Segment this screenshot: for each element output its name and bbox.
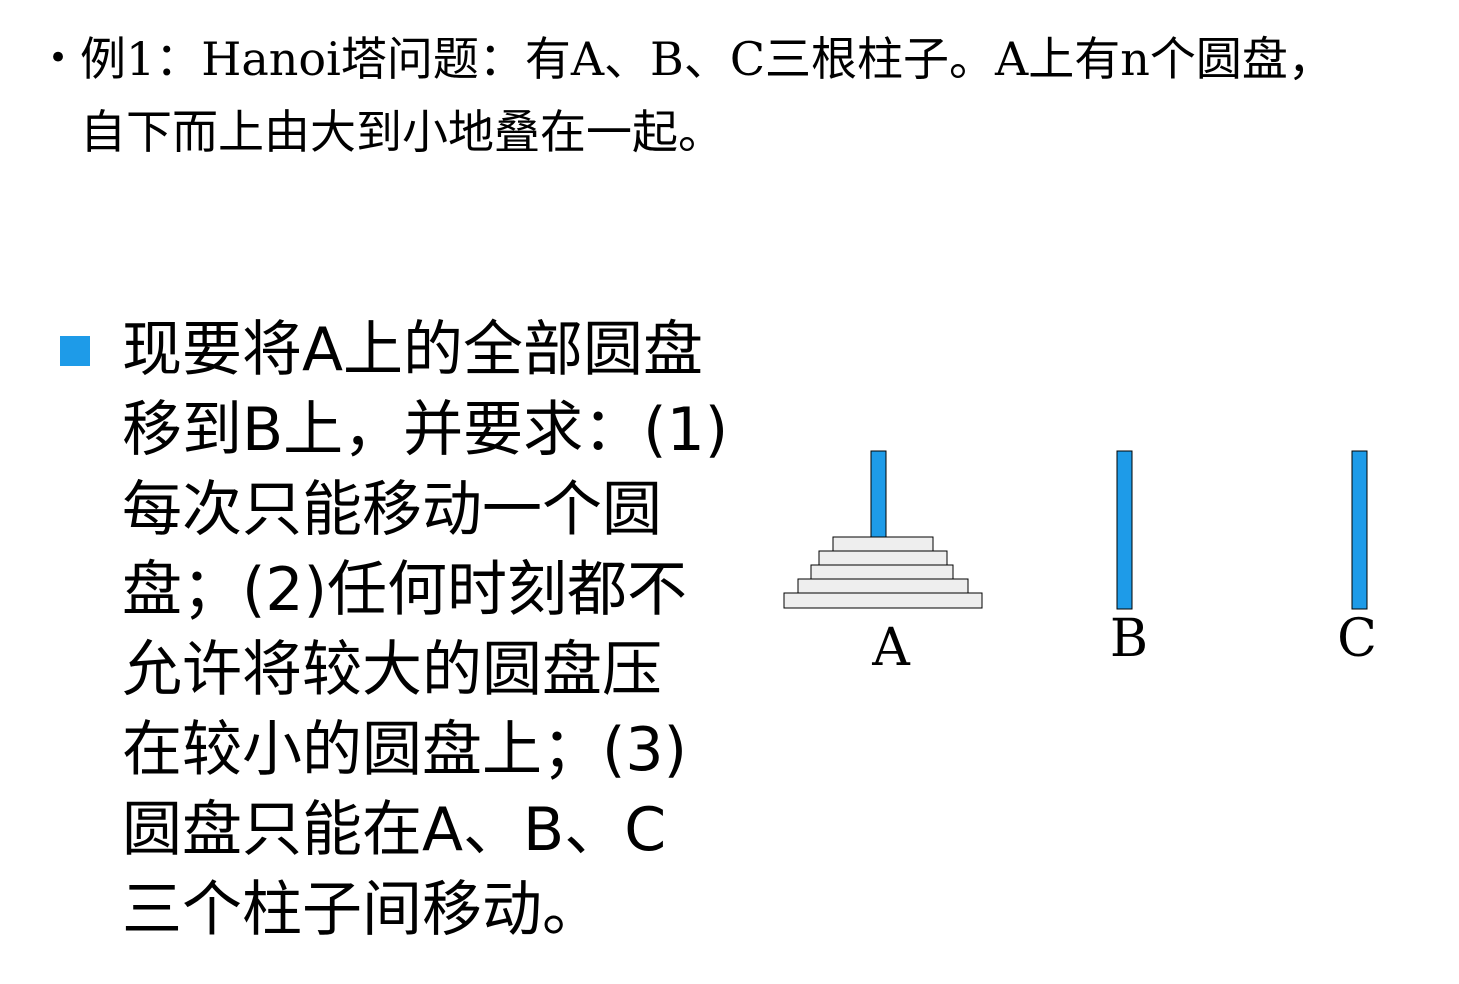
intro-line-2: 自下而上由大到小地叠在一起。 — [80, 105, 724, 159]
peg-b — [1116, 450, 1133, 610]
label-b: B — [1110, 609, 1148, 669]
peg-a — [870, 450, 887, 550]
peg-c — [1351, 450, 1368, 610]
rule-text: 现要将A上的全部圆盘 移到B上，并要求：(1) 每次只能移动一个圆 盘；(2)任… — [122, 310, 802, 950]
bullet-dot: • — [48, 38, 69, 78]
intro-paragraph: • 例1：Hanoi塔问题：有A、B、C三根柱子。A上有n个圆盘， 自下而上由大到… — [48, 22, 1438, 169]
hanoi-diagram: A B C — [783, 450, 1377, 678]
intro-line-1: 例1：Hanoi塔问题：有A、B、C三根柱子。A上有n个圆盘， — [80, 32, 1334, 86]
rule-line-3: 每次只能移动一个圆 — [122, 475, 662, 545]
square-bullet-icon — [60, 336, 90, 366]
disk-5 — [783, 592, 983, 609]
disk-1 — [832, 536, 934, 552]
rule-line-2: 移到B上，并要求：(1) — [122, 395, 729, 465]
label-a: A — [871, 618, 911, 678]
rule-line-5: 允许将较大的圆盘压 — [122, 635, 662, 705]
disk-2 — [818, 550, 948, 566]
rule-line-4: 盘；(2)任何时刻都不 — [122, 555, 687, 625]
disk-3 — [810, 564, 954, 580]
rule-line-7: 圆盘只能在A、B、C — [122, 795, 667, 865]
label-c: C — [1337, 609, 1377, 669]
rule-line-8: 三个柱子间移动。 — [122, 875, 602, 945]
rule-line-6: 在较小的圆盘上；(3) — [122, 715, 687, 785]
disk-4 — [797, 578, 969, 594]
rule-line-1: 现要将A上的全部圆盘 — [122, 315, 704, 385]
